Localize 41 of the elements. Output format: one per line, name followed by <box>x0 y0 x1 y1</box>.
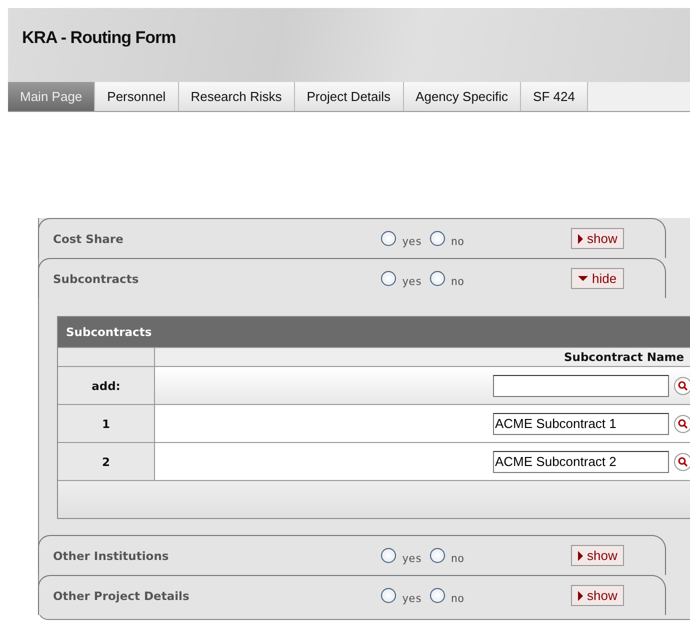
radio-button[interactable] <box>381 231 396 246</box>
radio-button[interactable] <box>430 231 445 246</box>
radio-label: yes <box>402 235 422 248</box>
search-icon[interactable] <box>674 414 690 432</box>
toggle-button[interactable]: show <box>571 228 624 249</box>
tab[interactable]: SF 424 <box>521 82 588 111</box>
section-title: Cost Share <box>53 232 124 246</box>
row-label: 1 <box>58 405 155 442</box>
tab[interactable]: Research Risks <box>178 82 295 111</box>
radio-button[interactable] <box>430 548 445 563</box>
section-title: Subcontracts <box>53 272 140 286</box>
section-title: Other Project Details <box>53 588 190 602</box>
radio-button[interactable] <box>381 271 396 286</box>
radio-button[interactable] <box>381 548 396 563</box>
tab[interactable]: Project Details <box>294 82 404 111</box>
page-title: KRA - Routing Form <box>22 28 176 48</box>
radio-button[interactable] <box>430 271 445 286</box>
row-label: add: <box>58 367 155 404</box>
search-icon[interactable] <box>674 376 690 394</box>
radio-label: no <box>450 592 464 605</box>
row-label: 2 <box>58 443 155 480</box>
radio-button[interactable] <box>430 588 445 603</box>
input-field[interactable] <box>493 374 669 396</box>
section-title: Other Institutions <box>53 548 170 562</box>
tab[interactable]: Agency Specific <box>404 82 522 111</box>
toggle-button[interactable]: hide <box>571 268 624 289</box>
radio-label: yes <box>402 552 422 565</box>
input-field[interactable]: ACME Subcontract 2 <box>493 450 669 472</box>
column-header: Subcontract Name <box>564 350 684 364</box>
radio-label: yes <box>402 592 422 605</box>
search-icon[interactable] <box>674 452 690 470</box>
toggle-button[interactable]: show <box>571 585 624 606</box>
table-title: Subcontracts <box>66 325 152 339</box>
radio-button[interactable] <box>381 588 396 603</box>
radio-label: yes <box>402 275 422 288</box>
tab[interactable]: Personnel <box>95 82 179 111</box>
radio-label: no <box>450 275 464 288</box>
toggle-button[interactable]: show <box>571 545 624 566</box>
input-field[interactable]: ACME Subcontract 1 <box>493 412 669 434</box>
radio-label: no <box>450 552 464 565</box>
radio-label: no <box>450 235 464 248</box>
